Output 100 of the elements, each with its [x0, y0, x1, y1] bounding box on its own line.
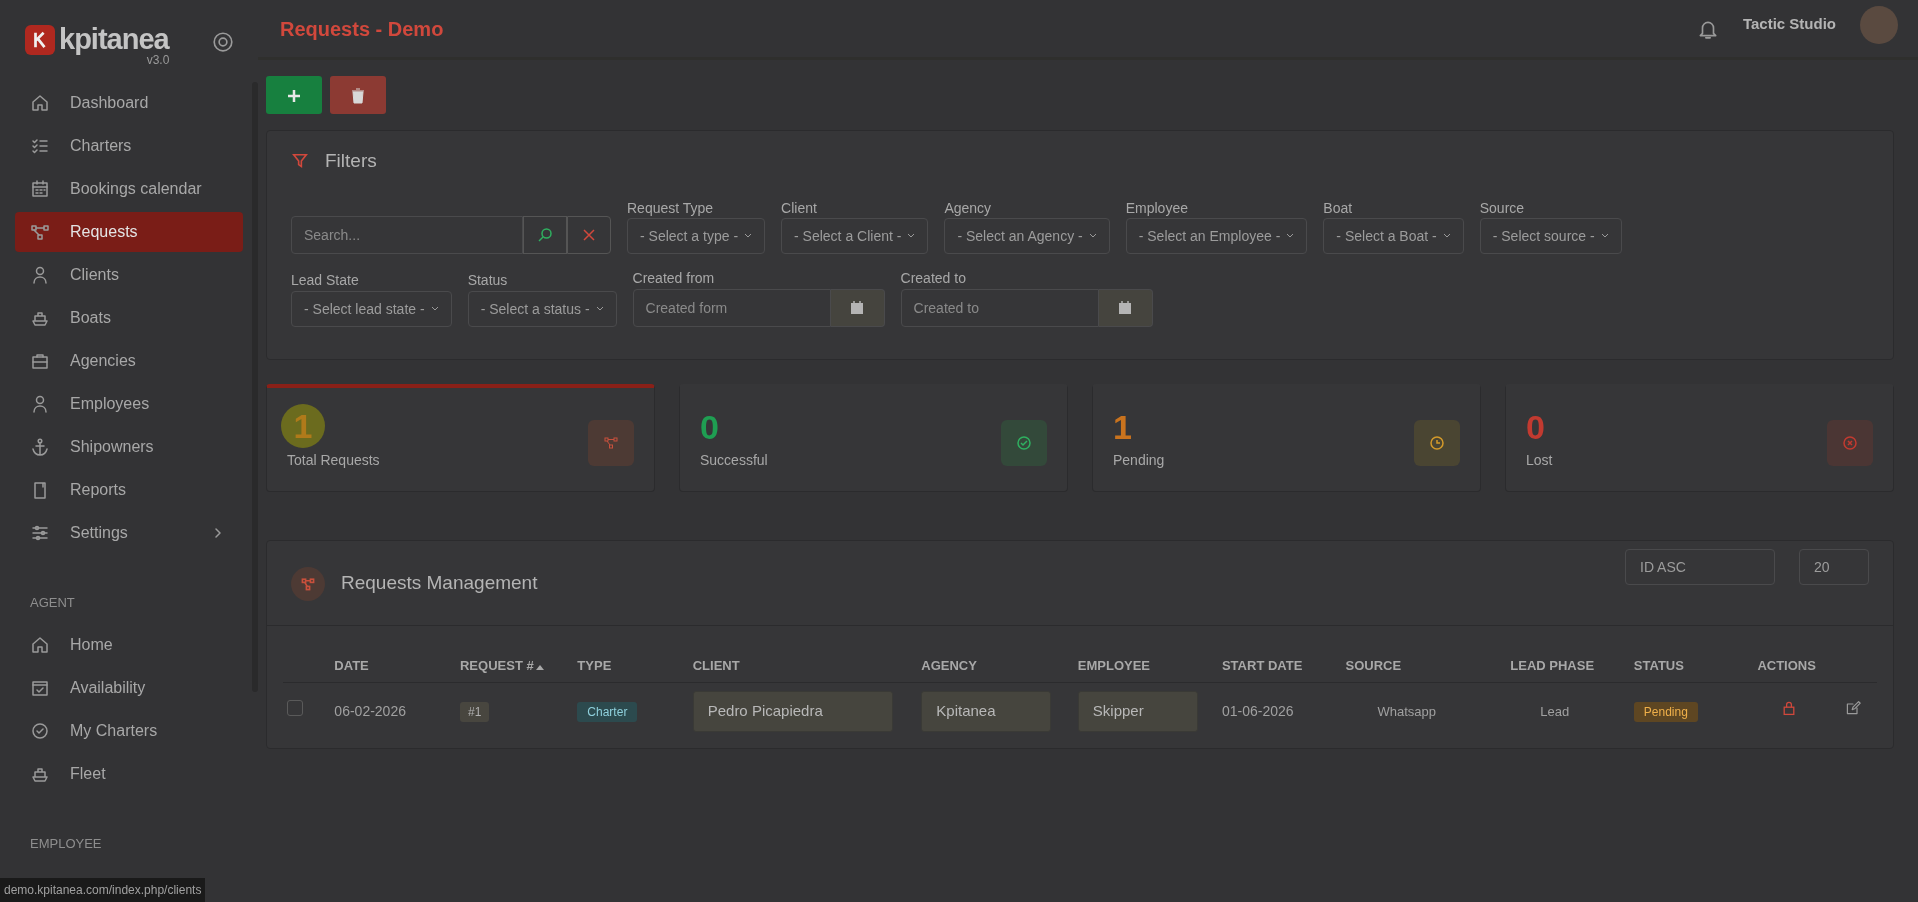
- sidebar-item[interactable]: Home: [15, 624, 243, 665]
- calendar-icon: [30, 179, 50, 199]
- select-field[interactable]: - Select an Agency -: [944, 218, 1110, 255]
- calendar-icon: [1118, 301, 1133, 316]
- plus-icon: [286, 87, 302, 104]
- request-number[interactable]: #1: [460, 701, 490, 722]
- search-button[interactable]: [523, 216, 567, 255]
- delete-button[interactable]: [330, 76, 386, 114]
- agency-chip[interactable]: Kpitanea: [921, 691, 1052, 732]
- search-icon: [537, 227, 553, 244]
- chevron-down-icon: [907, 233, 916, 240]
- target-icon[interactable]: [212, 30, 234, 53]
- column-header[interactable]: STATUS: [1629, 650, 1754, 683]
- select-field[interactable]: - Select a Client -: [781, 218, 929, 255]
- sidebar-item[interactable]: Reports: [15, 470, 243, 510]
- date-text: 06-02-2026: [334, 702, 406, 719]
- column-header[interactable]: AGENCY: [917, 650, 1074, 683]
- sidebar-item[interactable]: Availability: [15, 667, 243, 708]
- employee-chip[interactable]: Skipper: [1077, 691, 1198, 732]
- calendar-button[interactable]: [830, 289, 885, 328]
- status-tag: Pending: [1633, 701, 1698, 722]
- user-icon: [30, 394, 50, 414]
- section-heading: EMPLOYEE: [30, 834, 103, 853]
- stat-card[interactable]: 1 Pending: [1092, 384, 1481, 493]
- anchor-icon: [30, 437, 50, 457]
- field-label: Employee: [1125, 199, 1189, 217]
- field-label: Boat: [1323, 199, 1354, 217]
- sidebar-item[interactable]: Settings: [15, 513, 243, 553]
- stat-card[interactable]: 0 Lost: [1505, 384, 1894, 493]
- column-header[interactable]: TYPE: [573, 650, 689, 683]
- select-field[interactable]: - Select an Employee -: [1125, 218, 1308, 255]
- sidebar-item[interactable]: My Charters: [15, 710, 243, 751]
- select-field[interactable]: - Select source -: [1479, 218, 1622, 255]
- start-date-text: 01-06-2026: [1221, 702, 1294, 719]
- chevron-down-icon: [744, 233, 753, 240]
- select-field[interactable]: - Select a type -: [627, 218, 766, 255]
- sidebar-item[interactable]: Requests: [15, 212, 243, 252]
- stat-label: Total Requests: [287, 451, 380, 471]
- sort-ascending-icon: [535, 663, 544, 670]
- chevron-down-icon: [1286, 233, 1295, 240]
- sidebar-item[interactable]: Employees: [15, 384, 243, 424]
- stat-value: 1: [1113, 408, 1132, 447]
- stat-value: 0: [700, 408, 719, 447]
- stat-card[interactable]: 1 Total Requests: [266, 384, 655, 493]
- field-label: Created from: [632, 270, 716, 288]
- stat-card[interactable]: 0 Successful: [679, 384, 1068, 493]
- version-label: v3.0: [146, 53, 170, 69]
- field-label: Client: [781, 199, 818, 217]
- column-header[interactable]: EMPLOYEE: [1073, 650, 1218, 683]
- sliders-icon: [30, 523, 50, 543]
- stat-label: Successful: [700, 451, 768, 471]
- edit-icon[interactable]: [1845, 700, 1862, 717]
- column-header[interactable]: SOURCE: [1341, 650, 1507, 683]
- field-label: Lead State: [291, 272, 360, 290]
- lead-phase-text: Lead: [1540, 703, 1570, 719]
- home-icon: [30, 93, 50, 113]
- user-name[interactable]: Tactic Studio: [1742, 13, 1836, 36]
- sidebar-item[interactable]: Shipowners: [15, 427, 243, 467]
- chevron-down-icon: [1600, 233, 1609, 240]
- hierarchy-icon: [291, 567, 325, 602]
- sidebar-item[interactable]: Fleet: [15, 753, 243, 794]
- column-header[interactable]: DATE: [330, 650, 456, 683]
- logo-text: kpitanea: [59, 25, 169, 54]
- sidebar-item[interactable]: Charters: [15, 126, 243, 166]
- chevron-down-icon: [595, 306, 604, 313]
- close-icon: [582, 228, 596, 243]
- date-field[interactable]: Created form: [632, 289, 831, 328]
- column-header[interactable]: LEAD PHASE: [1506, 650, 1630, 683]
- checklist-icon: [30, 136, 50, 156]
- select-field[interactable]: - Select a Boat -: [1323, 218, 1464, 255]
- select-field[interactable]: - Select a status -: [467, 291, 617, 328]
- column-header[interactable]: CLIENT: [688, 650, 918, 683]
- chevron-down-icon: [1088, 233, 1097, 240]
- sidebar-item[interactable]: Dashboard: [15, 83, 243, 123]
- trash-icon: [351, 87, 365, 104]
- client-chip[interactable]: Pedro Picapiedra: [692, 691, 893, 732]
- stat-label: Lost: [1526, 451, 1553, 471]
- source-text: Whatsapp: [1377, 703, 1437, 719]
- column-header[interactable]: REQUEST #: [456, 650, 574, 683]
- sidebar-item[interactable]: Agencies: [15, 341, 243, 381]
- select-field[interactable]: - Select lead state -: [291, 291, 452, 328]
- check-circle-icon: [30, 720, 50, 741]
- status-url: demo.kpitanea.com/index.php/clients: [0, 878, 206, 902]
- date-field[interactable]: Created to: [900, 289, 1099, 328]
- add-button[interactable]: [266, 76, 322, 114]
- type-tag: Charter: [577, 701, 638, 722]
- column-header: ACTIONS: [1753, 650, 1877, 683]
- sidebar-item[interactable]: Boats: [15, 298, 243, 338]
- hierarchy-icon: [30, 222, 50, 242]
- sidebar-item[interactable]: Bookings calendar: [15, 169, 243, 209]
- field-label: Created to: [900, 270, 967, 288]
- column-header[interactable]: START DATE: [1217, 650, 1342, 683]
- stat-value: 0: [1526, 408, 1545, 447]
- search-field[interactable]: Search...: [291, 216, 523, 255]
- field-label: Request Type: [627, 199, 715, 217]
- row-checkbox[interactable]: [287, 700, 303, 717]
- calendar-button[interactable]: [1098, 289, 1153, 328]
- sort-select[interactable]: ID ASC: [1625, 549, 1775, 586]
- page-size-select[interactable]: 20: [1799, 549, 1869, 586]
- sidebar-item[interactable]: Clients: [15, 255, 243, 295]
